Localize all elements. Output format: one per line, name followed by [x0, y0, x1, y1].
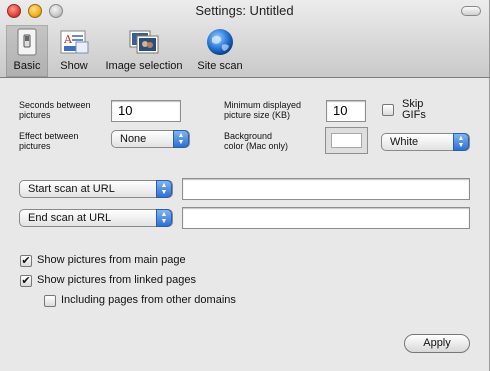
background-color-label: Background color (Mac only): [224, 131, 288, 151]
photos-icon: [129, 30, 159, 54]
end-scan-popup-value: End scan at URL: [28, 212, 112, 224]
seconds-between-label-line1: Seconds between: [19, 100, 91, 110]
tab-image-selection-label: Image selection: [105, 60, 183, 72]
start-scan-popup-value: Start scan at URL: [28, 183, 115, 195]
min-size-label: Minimum displayed picture size (KB): [224, 100, 301, 120]
effect-popup[interactable]: None ▲ ▼: [111, 130, 190, 148]
seconds-between-label: Seconds between pictures: [19, 100, 91, 120]
show-main-page-checkbox[interactable]: ✔: [20, 255, 32, 267]
end-url-input[interactable]: [182, 207, 470, 229]
switch-icon: [17, 28, 37, 56]
min-size-label-line1: Minimum displayed: [224, 100, 302, 110]
popup-arrows-icon: ▲ ▼: [173, 130, 189, 148]
slideshow-icon: A: [60, 30, 89, 54]
svg-text:A: A: [63, 33, 73, 46]
popup-arrows-icon: ▲ ▼: [156, 180, 172, 198]
tab-show[interactable]: A Show: [56, 26, 92, 76]
tab-show-label: Show: [60, 60, 88, 72]
show-linked-pages-checkbox[interactable]: ✔: [20, 275, 32, 287]
tab-image-selection[interactable]: Image selection: [100, 26, 188, 76]
other-domains-label: Including pages from other domains: [61, 294, 236, 306]
min-size-label-line2: picture size (KB): [224, 110, 291, 120]
tab-site-scan[interactable]: Site scan: [194, 26, 246, 76]
skip-gifs-checkbox[interactable]: [382, 104, 394, 116]
other-domains-checkbox[interactable]: [44, 295, 56, 307]
skip-gifs-label: Skip GIFs: [402, 99, 426, 121]
skip-gifs-label-line2: GIFs: [402, 109, 426, 121]
background-color-label-line1: Background: [224, 131, 273, 141]
effect-popup-value: None: [120, 133, 147, 145]
end-scan-popup[interactable]: End scan at URL ▲ ▼: [19, 209, 173, 227]
settings-window: Settings: Untitled Basic A Show Image se…: [0, 0, 490, 371]
tab-site-scan-label: Site scan: [197, 60, 243, 72]
tab-basic[interactable]: Basic: [6, 25, 48, 77]
show-main-page-label: Show pictures from main page: [37, 254, 186, 266]
start-scan-popup[interactable]: Start scan at URL ▲ ▼: [19, 180, 173, 198]
min-size-input[interactable]: 10: [326, 100, 366, 122]
seconds-between-label-line2: pictures: [19, 110, 51, 120]
effect-between-label: Effect between pictures: [19, 131, 78, 151]
toolbar: Settings: Untitled Basic A Show Image se…: [0, 0, 489, 78]
effect-between-label-line2: pictures: [19, 141, 51, 151]
globe-icon: [207, 29, 233, 55]
background-color-popup-value: White: [390, 136, 419, 148]
background-color-swatch: [331, 133, 362, 148]
apply-button[interactable]: Apply: [404, 334, 470, 353]
popup-arrows-icon: ▲ ▼: [453, 133, 469, 151]
effect-between-label-line1: Effect between: [19, 131, 79, 141]
background-color-well[interactable]: [325, 127, 368, 154]
start-url-input[interactable]: [182, 178, 470, 200]
background-color-popup[interactable]: White ▲ ▼: [381, 133, 470, 151]
show-linked-pages-label: Show pictures from linked pages: [37, 274, 196, 286]
window-title: Settings: Untitled: [195, 3, 294, 18]
seconds-between-input[interactable]: 10: [111, 100, 181, 122]
background-color-label-line2: color (Mac only): [224, 141, 289, 151]
toolbar-toggle-button[interactable]: [461, 6, 481, 16]
popup-arrows-icon: ▲ ▼: [156, 209, 172, 227]
tab-basic-label: Basic: [13, 60, 41, 72]
